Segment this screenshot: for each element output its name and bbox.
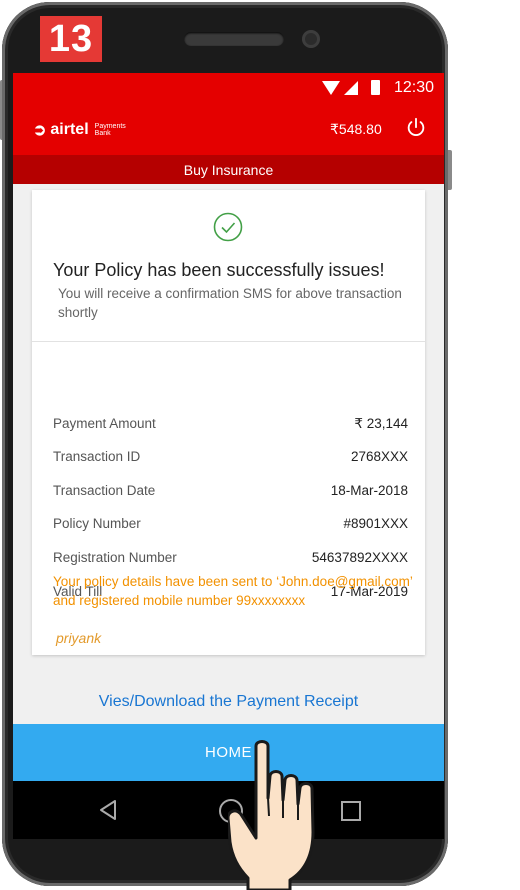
signal-icon <box>344 81 358 95</box>
delivery-note: Your policy details have been sent to ‘J… <box>53 574 413 608</box>
page-title: Buy Insurance <box>183 161 274 178</box>
step-number-badge: 13 <box>40 16 102 62</box>
recent-apps-icon[interactable] <box>341 801 361 821</box>
brand-name: airtel <box>50 121 89 138</box>
brand-subtitle: Payments Bank <box>95 123 126 137</box>
phone-camera <box>302 30 320 48</box>
power-icon[interactable] <box>405 117 427 139</box>
card-notes: Your policy details have been sent to ‘J… <box>32 190 425 655</box>
airtel-logo: ➲ airtel Payments Bank <box>33 120 126 140</box>
wallet-balance: ₹548.80 <box>330 121 382 137</box>
pointing-hand-icon <box>228 740 315 890</box>
brand-subtitle-line1: Payments <box>94 123 126 130</box>
download-receipt-link[interactable]: Vies/Download the Payment Receipt <box>13 693 444 711</box>
phone-speaker <box>184 32 284 46</box>
airtel-swoosh-icon: ➲ <box>33 122 47 139</box>
status-time: 12:30 <box>393 79 434 96</box>
status-bar: 12:30 <box>13 73 444 103</box>
page-title-bar: Buy Insurance <box>13 155 444 184</box>
brand-subtitle-line2: Bank <box>94 130 111 137</box>
wifi-icon <box>322 81 340 95</box>
signature: priyank <box>56 630 102 646</box>
battery-icon <box>371 80 380 95</box>
back-icon[interactable] <box>98 799 118 821</box>
app-bar: ➲ airtel Payments Bank ₹548.80 <box>13 103 444 155</box>
